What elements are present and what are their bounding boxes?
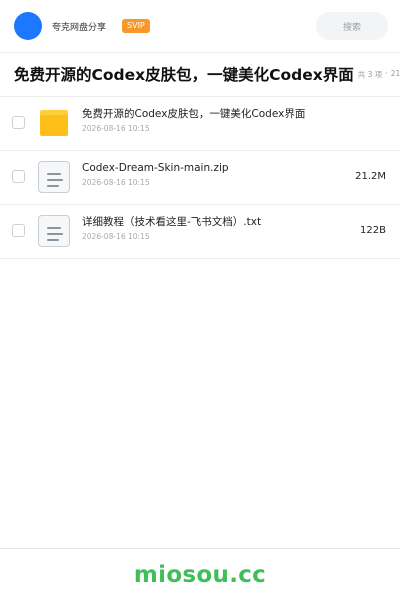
share-title-row: 免费开源的Codex皮肤包，一键美化Codex界面 共 3 项 · 21.2M: [0, 52, 400, 96]
checkbox[interactable]: [12, 116, 25, 129]
search-button[interactable]: 搜索: [316, 12, 388, 40]
item-count: 共 3 项: [357, 69, 383, 79]
checkbox[interactable]: [12, 170, 25, 183]
file-row-txt[interactable]: 详细教程（技术看这里-飞书文档）.txt 2026-08-16 10:15 12…: [0, 204, 400, 258]
document-icon: [38, 215, 70, 247]
file-size: 21.2M: [355, 171, 386, 182]
file-date: 2026-08-16 10:15: [82, 232, 150, 241]
divider: [0, 258, 400, 259]
document-icon: [38, 161, 70, 193]
share-meta: 共 3 项 · 21.2M: [358, 69, 400, 80]
meta-separator: ·: [385, 68, 388, 78]
footer: miosou.cc: [0, 548, 400, 600]
file-name[interactable]: Codex-Dream-Skin-main.zip: [82, 161, 229, 175]
file-info: Codex-Dream-Skin-main.zip 2026-08-16 10:…: [82, 161, 229, 188]
checkbox[interactable]: [12, 224, 25, 237]
avatar[interactable]: [14, 12, 42, 40]
file-name[interactable]: 详细教程（技术看这里-飞书文档）.txt: [82, 215, 261, 229]
page-title: 免费开源的Codex皮肤包，一键美化Codex界面: [14, 66, 354, 84]
app-name: 夸克网盘分享: [52, 22, 107, 33]
file-date: 2026-08-16 10:15: [82, 178, 150, 187]
file-info: 详细教程（技术看这里-飞书文档）.txt 2026-08-16 10:15: [82, 215, 261, 242]
file-row-zip[interactable]: Codex-Dream-Skin-main.zip 2026-08-16 10:…: [0, 150, 400, 204]
svip-badge: SVIP: [122, 19, 150, 33]
file-date: 2026-08-16 10:15: [82, 124, 150, 133]
file-row-folder[interactable]: 免费开源的Codex皮肤包，一键美化Codex界面 2026-08-16 10:…: [0, 96, 400, 150]
file-size: 122B: [360, 225, 386, 236]
folder-icon: [38, 107, 70, 139]
top-bar: 夸克网盘分享 SVIP 搜索: [0, 0, 400, 52]
file-name[interactable]: 免费开源的Codex皮肤包，一键美化Codex界面: [82, 107, 305, 121]
total-size: 21.2M: [390, 68, 400, 78]
brand-watermark: miosou.cc: [133, 561, 267, 588]
file-info: 免费开源的Codex皮肤包，一键美化Codex界面 2026-08-16 10:…: [82, 107, 305, 134]
